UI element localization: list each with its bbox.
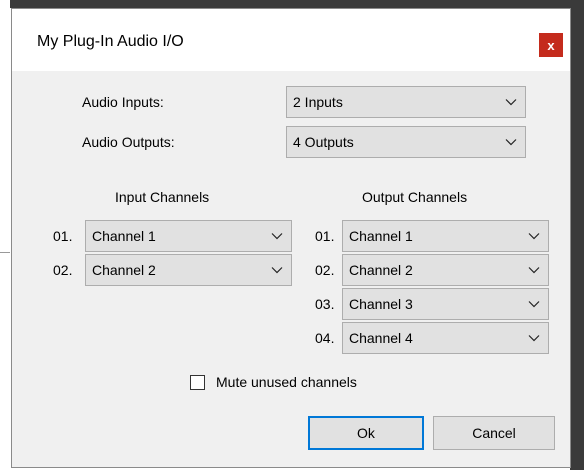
audio-outputs-select[interactable]: 4 Outputs (286, 126, 526, 158)
output-channel-index: 02. (315, 262, 335, 278)
background-right (570, 0, 584, 470)
output-channel-index: 04. (315, 330, 335, 346)
input-channel-1-value: Channel 1 (92, 228, 156, 244)
audio-io-dialog: My Plug-In Audio I/O x Audio Inputs: 2 I… (11, 8, 571, 468)
output-channel-3-value: Channel 3 (349, 296, 413, 312)
output-channel-index: 01. (315, 228, 335, 244)
mute-unused-label[interactable]: Mute unused channels (216, 374, 357, 390)
audio-outputs-label: Audio Outputs: (82, 134, 175, 150)
chevron-down-icon (528, 301, 540, 308)
output-channel-1-value: Channel 1 (349, 228, 413, 244)
mute-unused-checkbox[interactable] (190, 375, 205, 390)
close-icon: x (547, 37, 555, 53)
audio-outputs-value: 4 Outputs (293, 134, 354, 150)
cancel-button-label: Cancel (472, 425, 516, 441)
input-channel-2-value: Channel 2 (92, 262, 156, 278)
output-channel-2-select[interactable]: Channel 2 (342, 254, 549, 286)
background-left (0, 0, 10, 470)
window-title: My Plug-In Audio I/O (37, 33, 184, 50)
title-bar[interactable]: My Plug-In Audio I/O x (12, 9, 570, 71)
background-top (0, 0, 584, 8)
output-channel-index: 03. (315, 296, 335, 312)
chevron-down-icon (505, 139, 517, 146)
cancel-button[interactable]: Cancel (433, 416, 555, 450)
chevron-down-icon (528, 335, 540, 342)
audio-inputs-select[interactable]: 2 Inputs (286, 86, 526, 118)
output-channel-2-value: Channel 2 (349, 262, 413, 278)
close-button[interactable]: x (539, 33, 563, 57)
output-channel-4-value: Channel 4 (349, 330, 413, 346)
ok-button-label: Ok (357, 425, 375, 441)
input-channel-index: 01. (53, 228, 73, 244)
output-channel-3-select[interactable]: Channel 3 (342, 288, 549, 320)
input-channel-1-select[interactable]: Channel 1 (85, 220, 292, 252)
screen: My Plug-In Audio I/O x Audio Inputs: 2 I… (0, 0, 584, 470)
output-channels-header: Output Channels (362, 189, 468, 205)
input-channel-2-select[interactable]: Channel 2 (85, 254, 292, 286)
audio-inputs-label: Audio Inputs: (82, 94, 164, 110)
chevron-down-icon (271, 233, 283, 240)
chevron-down-icon (505, 99, 517, 106)
ok-button[interactable]: Ok (308, 416, 424, 450)
chevron-down-icon (528, 233, 540, 240)
chevron-down-icon (528, 267, 540, 274)
audio-inputs-value: 2 Inputs (293, 94, 343, 110)
input-channels-header: Input Channels (115, 189, 210, 205)
output-channel-4-select[interactable]: Channel 4 (342, 322, 549, 354)
chevron-down-icon (271, 267, 283, 274)
output-channel-1-select[interactable]: Channel 1 (342, 220, 549, 252)
input-channel-index: 02. (53, 262, 73, 278)
